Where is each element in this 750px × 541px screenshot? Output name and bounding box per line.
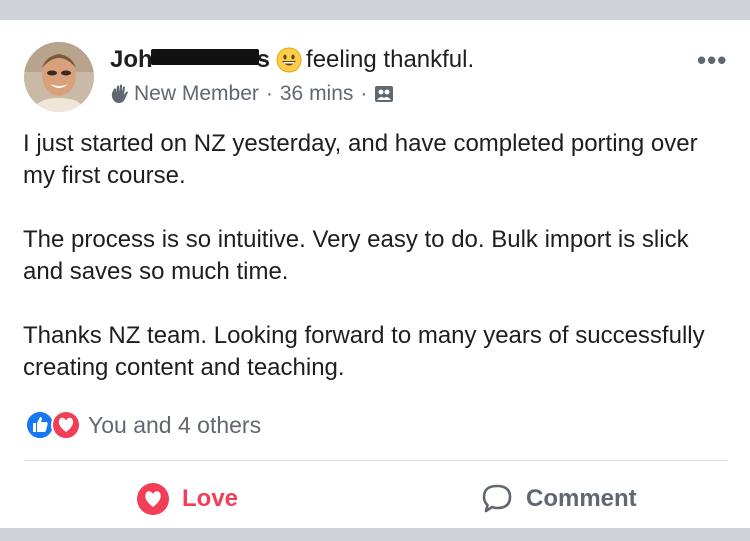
more-options-icon[interactable]: ••• [697, 47, 727, 73]
grinning-emoji-icon [276, 47, 302, 73]
reactions-count[interactable]: You and 4 others [88, 412, 261, 439]
love-reaction-icon [51, 410, 81, 440]
post-meta: New Member · 36 mins · [108, 82, 394, 106]
reaction-icons [24, 410, 82, 440]
post-time[interactable]: 36 mins [280, 82, 354, 106]
love-label: Love [182, 485, 239, 512]
post-card: Joh s feeling thankful. ••• New Member ·… [0, 20, 750, 528]
author-name-suffix[interactable]: s [257, 46, 270, 74]
waving-hand-icon [111, 84, 128, 103]
meta-separator: · [360, 82, 368, 105]
comment-label: Comment [526, 485, 637, 512]
post-paragraph: The process is so intuitive. Very easy t… [23, 226, 689, 285]
love-button[interactable]: Love [136, 482, 238, 516]
reactions-summary[interactable]: You and 4 others [24, 410, 261, 440]
comment-button[interactable]: Comment [480, 482, 637, 516]
member-badge: New Member [134, 82, 259, 105]
redaction-bar [150, 49, 259, 65]
meta-separator: · [265, 82, 273, 105]
post-paragraph: Thanks NZ team. Looking forward to many … [23, 322, 705, 381]
feeling-text: feeling thankful. [306, 46, 475, 73]
post-paragraph: I just started on NZ yesterday, and have… [23, 130, 698, 189]
comment-bubble-icon [482, 484, 512, 513]
group-icon [375, 86, 394, 102]
author-avatar[interactable] [24, 42, 94, 112]
post-body: I just started on NZ yesterday, and have… [23, 128, 723, 416]
heart-icon [137, 483, 169, 515]
post-header: Joh s feeling thankful. [110, 46, 474, 74]
author-name-prefix[interactable]: Joh [110, 46, 153, 74]
divider [24, 460, 728, 461]
